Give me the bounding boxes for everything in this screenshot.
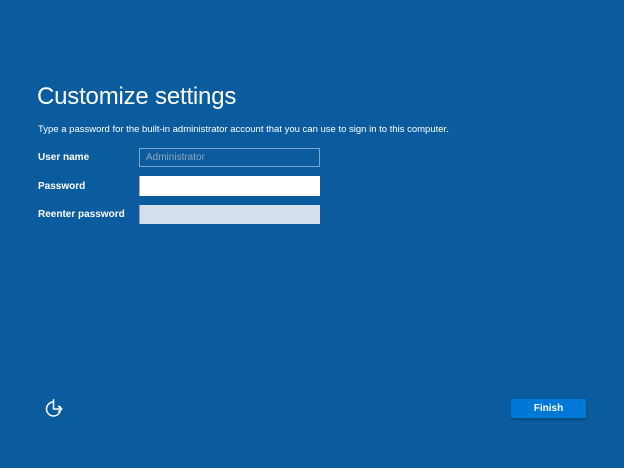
password-row: Password (38, 176, 320, 196)
instruction-text: Type a password for the built-in adminis… (38, 124, 449, 135)
username-input[interactable] (139, 148, 320, 167)
finish-button[interactable]: Finish (511, 399, 586, 418)
reenter-password-label: Reenter password (38, 209, 125, 220)
reenter-password-row: Reenter password (38, 205, 320, 224)
oobe-customize-settings-screen: Customize settings Type a password for t… (0, 0, 624, 468)
reenter-password-input[interactable] (139, 205, 320, 224)
page-title: Customize settings (37, 83, 237, 110)
password-label: Password (38, 180, 86, 192)
password-input[interactable] (139, 176, 320, 196)
username-row: User name (38, 148, 320, 167)
ease-of-access-button[interactable] (40, 395, 68, 423)
ease-of-access-icon (45, 399, 63, 417)
username-label: User name (38, 152, 90, 163)
admin-account-form: User name Password Reenter password (38, 148, 320, 233)
